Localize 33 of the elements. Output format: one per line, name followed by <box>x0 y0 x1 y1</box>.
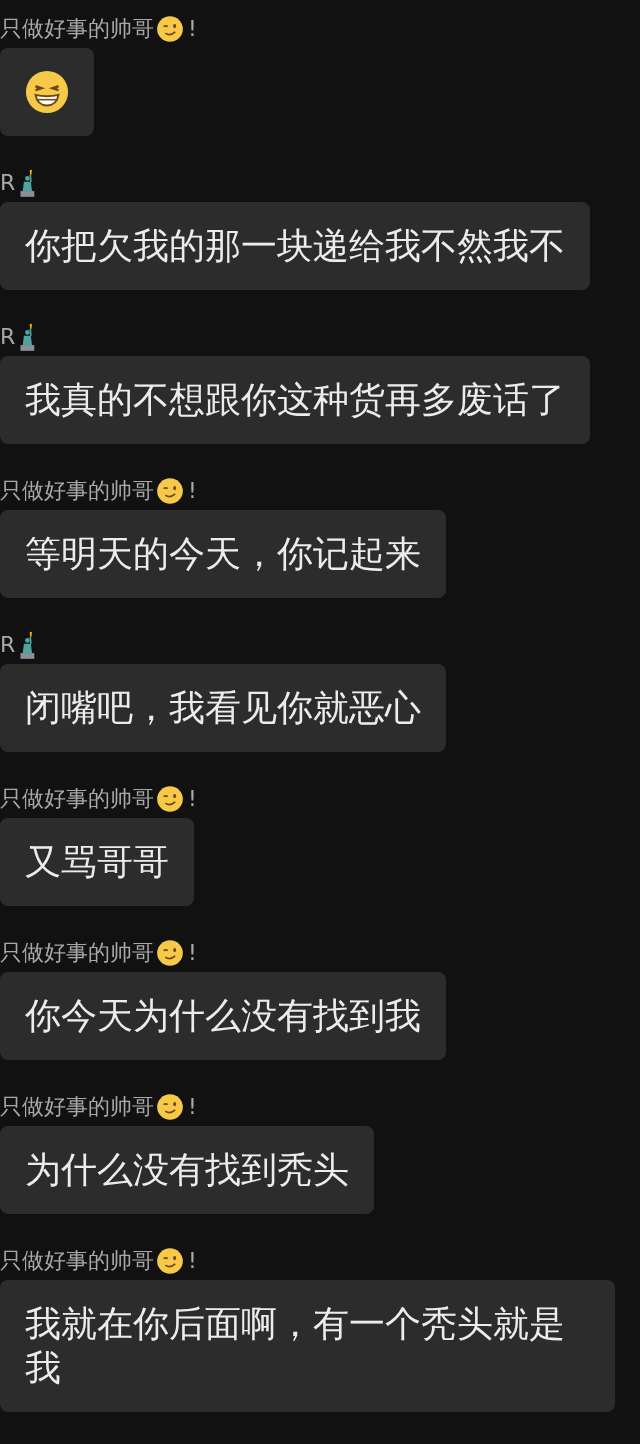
message-bubble: 你今天为什么没有找到我 <box>0 972 446 1060</box>
sender-name: R <box>0 631 16 659</box>
statue-icon <box>17 169 37 197</box>
sender-name: 只做好事的帅哥 <box>0 1093 154 1121</box>
sender-name: 只做好事的帅哥 <box>0 785 154 813</box>
sender-name-suffix: ! <box>188 939 197 967</box>
statue-icon <box>17 323 37 351</box>
sender-name-suffix: ! <box>188 477 197 505</box>
winking-face-icon <box>156 1093 184 1121</box>
sender-name: 只做好事的帅哥 <box>0 1247 154 1275</box>
sender-name-suffix: ! <box>188 1247 197 1275</box>
sender-name-suffix: ! <box>188 15 197 43</box>
sender-name: 只做好事的帅哥 <box>0 15 154 43</box>
winking-face-icon <box>156 785 184 813</box>
message-bubble: 等明天的今天，你记起来 <box>0 510 446 598</box>
message-bubble: 我真的不想跟你这种货再多废话了 <box>0 356 590 444</box>
sender-name-suffix: ! <box>188 1093 197 1121</box>
grinning-face-icon <box>24 69 70 115</box>
message-bubble: 又骂哥哥 <box>0 818 194 906</box>
sender-name: R <box>0 169 16 197</box>
message-bubble: 闭嘴吧，我看见你就恶心 <box>0 664 446 752</box>
winking-face-icon <box>156 1247 184 1275</box>
statue-icon <box>17 631 37 659</box>
winking-face-icon <box>156 939 184 967</box>
winking-face-icon <box>156 477 184 505</box>
winking-face-icon <box>156 15 184 43</box>
message-bubble: 你把欠我的那一块递给我不然我不 <box>0 202 590 290</box>
sender-name-suffix: ! <box>188 785 197 813</box>
message-bubble: 为什么没有找到秃头 <box>0 1126 374 1214</box>
sender-name: R <box>0 323 16 351</box>
sender-name: 只做好事的帅哥 <box>0 477 154 505</box>
message-bubble: 我就在你后面啊，有一个秃头就是我 <box>0 1280 615 1412</box>
sender-name: 只做好事的帅哥 <box>0 939 154 967</box>
